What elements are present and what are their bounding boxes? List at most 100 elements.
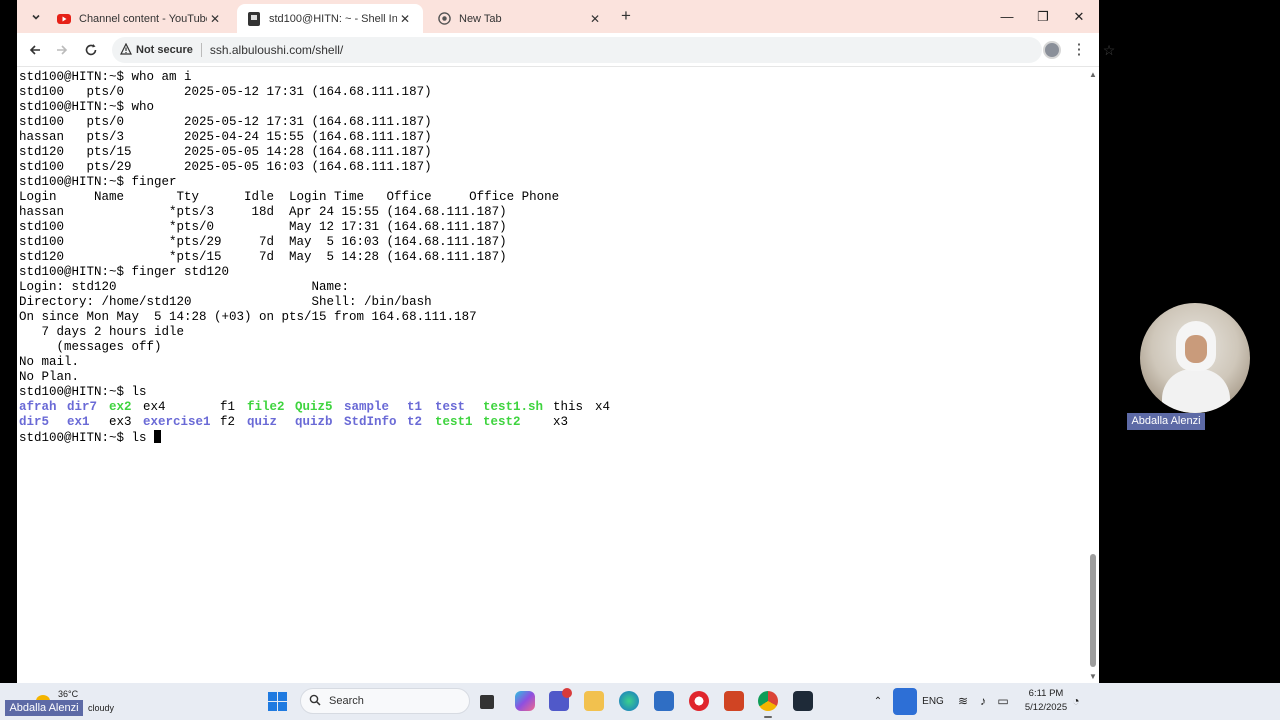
windows-start-icon[interactable] [268,692,287,711]
file-explorer-icon[interactable] [584,691,604,711]
browser-toolbar: Not secure ssh.albuloushi.com/shell/ ☆ ⋮ [17,33,1115,67]
tab-youtube-studio[interactable]: Channel content - YouTube Studio ✕ [47,4,233,33]
terminal[interactable]: std100@HITN:~$ who am i std100 pts/0 202… [17,68,1087,683]
terminal-line: Directory: /home/std120 Shell: /bin/bash [19,295,432,309]
edge-icon[interactable] [619,691,639,711]
close-tab-icon[interactable]: ✕ [207,12,223,26]
terminal-line: std100@HITN:~$ ls [19,385,147,399]
microphone-icon[interactable] [893,688,917,715]
menu-dots-icon[interactable]: ⋮ [1071,39,1087,61]
url-text[interactable]: ssh.albuloushi.com/shell/ [210,43,343,57]
screen: Channel content - YouTube Studio ✕ std10… [0,0,1280,720]
text-cursor [154,430,162,443]
ls-entry-dir: afrah [19,400,57,414]
ls-entry-dir: t1 [407,400,423,414]
tab-search-chevron-icon[interactable] [25,6,47,28]
notification-badge-icon [562,688,572,698]
tab-title: Channel content - YouTube Studio [79,12,207,25]
terminal-line: No mail. [19,355,80,369]
weather-description: cloudy [88,703,115,713]
tab-new-tab[interactable]: New Tab ✕ [427,4,613,33]
taskbar-search[interactable]: Search [300,688,470,714]
taskbar-clock[interactable]: 6:11 PM 5/12/2025 [1020,687,1072,715]
ls-entry-file: x3 [553,415,569,429]
scrollbar-thumb[interactable] [1090,554,1096,667]
reload-icon[interactable] [79,39,103,61]
scroll-down-arrow-icon[interactable]: ▼ [1089,672,1097,681]
close-tab-icon[interactable]: ✕ [587,12,603,26]
copilot-icon[interactable] [515,691,535,711]
ls-entry-exe: test1 [435,415,473,429]
terminal-line: std100@HITN:~$ finger [19,175,177,189]
ls-entry-dir: dir5 [19,415,50,429]
powerpoint-icon[interactable] [724,691,744,711]
notifications-bell-icon[interactable]: ◔ [1068,683,1084,720]
divider [200,43,202,57]
terminal-app-icon[interactable] [793,691,813,711]
webcam-face-shape [1185,335,1207,363]
tab-title: New Tab [459,12,502,25]
terminal-line: std100@HITN:~$ who am i [19,70,192,84]
security-label[interactable]: Not secure [136,44,193,56]
terminal-line: hassan *pts/3 18d Apr 24 15:55 (164.68.1… [19,205,507,219]
ls-entry-dir: dir7 [67,400,98,414]
webcam-body-shape [1162,369,1230,413]
terminal-line: No Plan. [19,370,80,384]
clock-time: 6:11 PM [1028,688,1064,699]
warning-icon [120,42,132,58]
battery-icon[interactable]: ▭ [994,683,1012,720]
search-icon [309,694,321,709]
profile-avatar[interactable] [1043,41,1061,59]
terminal-line: std100 pts/0 2025-05-12 17:31 (164.68.11… [19,115,432,129]
scroll-up-arrow-icon[interactable]: ▲ [1089,70,1097,79]
terminal-line: Login: std120 Name: [19,280,350,294]
task-view-icon[interactable] [480,695,494,709]
ls-entry-dir: t2 [407,415,423,429]
presenter-name-label: Abdalla Alenzi [1127,413,1205,430]
presenter-webcam [1140,303,1250,413]
opera-icon[interactable] [689,691,709,711]
close-tab-icon[interactable]: ✕ [397,12,413,26]
active-app-indicator [764,716,772,718]
address-bar[interactable]: Not secure ssh.albuloushi.com/shell/ ☆ [112,37,1115,63]
microsoft-store-icon[interactable] [654,691,674,711]
show-hidden-icons-chevron-icon[interactable]: ⌃ [870,683,886,720]
youtube-icon [57,12,71,26]
ls-output-row: afrah dir7 ex2 ex4 f1 file2 Quiz5 sample t1 test t… [19,400,610,415]
tab-shell-in-a-box[interactable]: std100@HITN: ~ - Shell In A Box ✕ [237,4,423,33]
terminal-line: std100@HITN:~$ finger std120 [19,265,230,279]
search-placeholder: Search [329,695,364,707]
bookmark-star-icon[interactable]: ☆ [1097,37,1121,63]
windows-taskbar: 36°C cloudy Search ⌃ ENG ≋ ♪ ▭ 6:11 PM 5… [0,683,1280,720]
forward-arrow-icon[interactable] [50,39,74,61]
volume-icon[interactable]: ♪ [974,683,992,720]
terminal-line: std100 pts/0 2025-05-12 17:31 (164.68.11… [19,85,432,99]
wifi-icon[interactable]: ≋ [954,683,972,720]
language-indicator[interactable]: ENG [920,683,946,720]
ls-entry-dir: exercise1 [143,415,211,429]
weather-temperature: 36°C [58,689,79,699]
ls-entry-file: f1 [220,400,236,414]
terminal-line: std100 *pts/29 7d May 5 16:03 (164.68.11… [19,235,507,249]
ls-entry-dir: quiz [247,415,278,429]
terminal-prompt-line[interactable]: std100@HITN:~$ ls [19,430,559,445]
new-tab-button[interactable]: + [615,6,637,28]
ls-entry-exe: test2 [483,415,521,429]
ls-entry-dir: ex1 [67,415,90,429]
chrome-taskbar-icon[interactable] [758,691,778,711]
back-arrow-icon[interactable] [23,39,47,61]
close-window-button[interactable]: ✕ [1061,0,1097,33]
presenter-name-tag: Abdalla Alenzi [5,700,83,716]
terminal-line: std120 pts/15 2025-05-05 14:28 (164.68.1… [19,145,432,159]
terminal-output: std100@HITN:~$ who am i std100 pts/0 202… [19,70,610,445]
ls-entry-exe: file2 [247,400,285,414]
ls-entry-file: f2 [220,415,236,429]
shellinabox-icon [247,11,261,26]
terminal-line: std100 pts/29 2025-05-05 16:03 (164.68.1… [19,160,432,174]
minimize-button[interactable]: — [989,0,1025,33]
ls-entry-exe: Quiz5 [295,400,333,414]
ls-entry-dir: quizb [295,415,333,429]
terminal-scrollbar[interactable]: ▲ ▼ [1087,68,1099,683]
prompt-text: std100@HITN:~$ ls [19,431,155,445]
maximize-button[interactable]: ❐ [1025,0,1061,33]
